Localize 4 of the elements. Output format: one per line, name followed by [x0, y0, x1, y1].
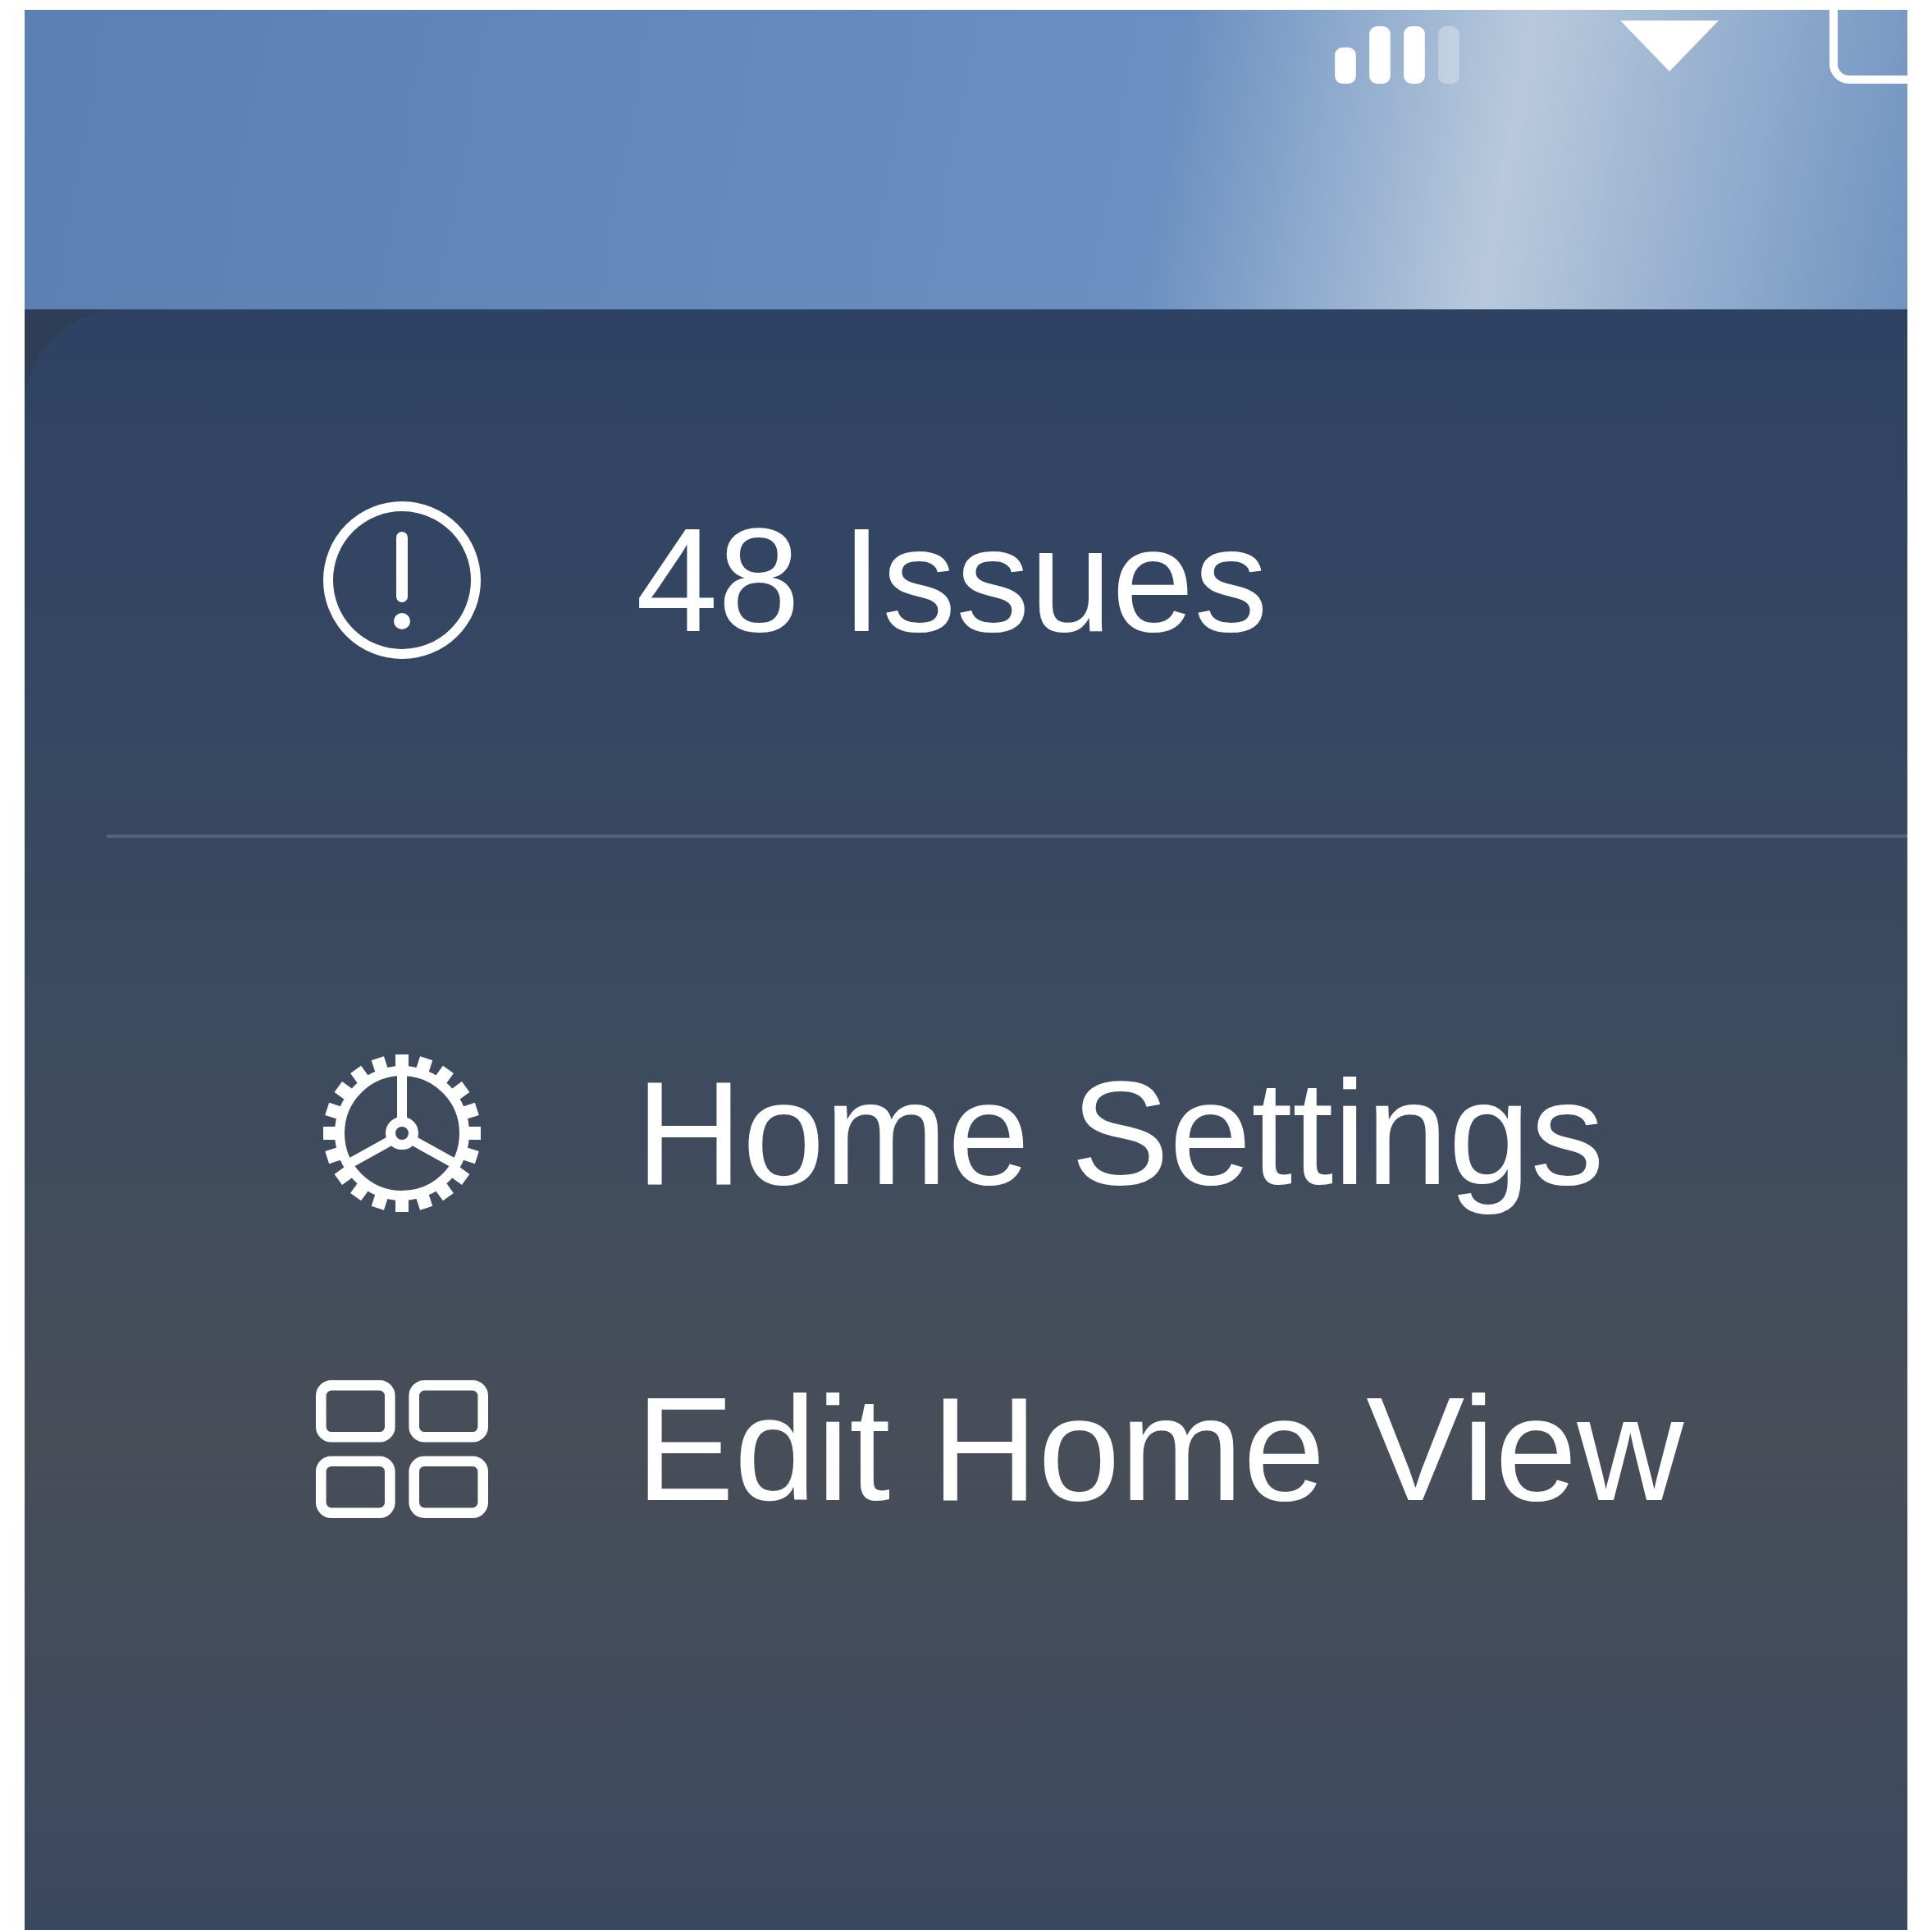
battery-icon	[1829, 10, 1907, 84]
menu-item[interactable]: 48 Issues	[25, 490, 1907, 670]
menu-item[interactable]: Home Settings	[25, 1043, 1907, 1223]
menu-item[interactable]: Edit Home View	[25, 1359, 1907, 1539]
